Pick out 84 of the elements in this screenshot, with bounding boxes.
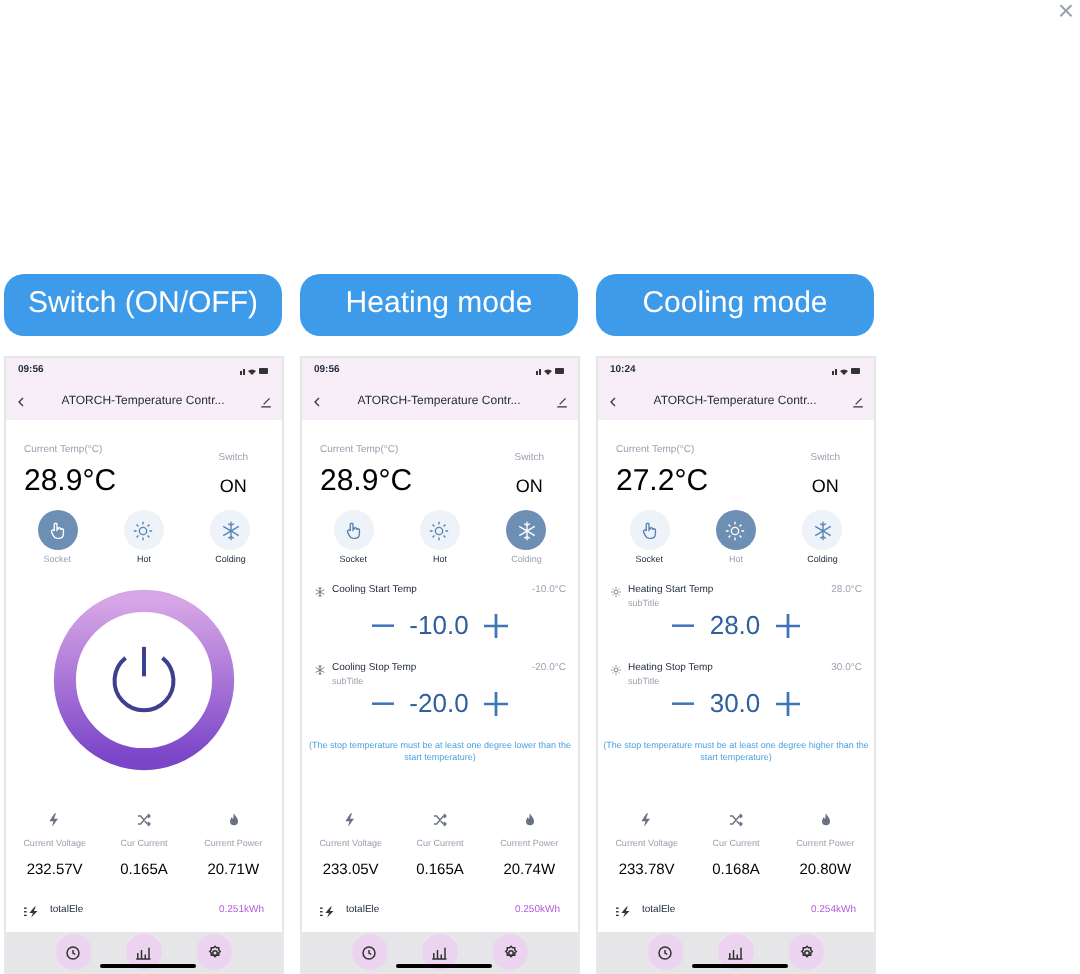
clock-icon (360, 943, 379, 961)
flame-icon (225, 811, 242, 828)
home-indicator (692, 964, 788, 968)
edit-icon[interactable] (556, 396, 568, 408)
mode-button[interactable] (715, 510, 756, 550)
energy-icon (320, 905, 338, 917)
flame-icon (817, 811, 834, 828)
switch-value: ON (811, 473, 839, 499)
lightning-icon (638, 811, 655, 828)
sun-icon (610, 585, 622, 598)
switch-value: ON (515, 473, 543, 499)
mode-button[interactable] (37, 510, 78, 550)
back-icon[interactable] (16, 396, 26, 408)
snowflake-icon (314, 585, 326, 598)
switch-value: ON (219, 473, 247, 499)
clock-icon (656, 943, 675, 961)
sun-icon (428, 519, 451, 541)
status-icons-icon (536, 366, 566, 376)
power-button[interactable] (52, 587, 236, 772)
mode-button[interactable] (333, 510, 374, 550)
mode-button[interactable] (629, 510, 670, 550)
shuffle-icon (727, 811, 744, 828)
close-button[interactable]: × (1057, 0, 1074, 24)
minus-button[interactable] (371, 701, 394, 706)
sun-icon (724, 519, 747, 541)
hand-icon (342, 519, 365, 541)
lightning-icon (46, 811, 63, 828)
nav-tab[interactable] (196, 934, 233, 970)
mode-button[interactable] (802, 510, 843, 550)
hand-icon (638, 519, 661, 541)
settings-icon (797, 943, 816, 961)
nav-tab[interactable] (492, 934, 529, 970)
plus-button[interactable] (484, 613, 509, 638)
minus-button[interactable] (671, 701, 694, 706)
back-icon[interactable] (312, 396, 322, 408)
chart-icon (134, 943, 153, 961)
mode-banner: Switch (ON/OFF) (4, 274, 282, 336)
snowflake-icon (219, 519, 242, 541)
mode-button[interactable] (506, 510, 547, 550)
sun-icon (132, 519, 155, 541)
snowflake-icon (811, 519, 834, 541)
mode-button[interactable] (123, 510, 164, 550)
plus-button[interactable] (484, 691, 509, 716)
sun-icon (610, 663, 622, 676)
back-icon[interactable] (608, 396, 618, 408)
status-icons-icon (832, 366, 862, 376)
plus-button[interactable] (776, 613, 801, 638)
shuffle-icon (431, 811, 448, 828)
plus-button[interactable] (776, 691, 801, 716)
energy-icon (24, 905, 42, 917)
home-indicator (396, 964, 492, 968)
temp-value: 28.9°C (24, 465, 117, 495)
snowflake-icon (314, 663, 326, 676)
edit-icon[interactable] (260, 396, 272, 408)
lightning-icon (342, 811, 359, 828)
nav-tab[interactable] (351, 934, 388, 970)
shuffle-icon (135, 811, 152, 828)
clock-icon (64, 943, 83, 961)
settings-icon (501, 943, 520, 961)
status-icons-icon (240, 366, 270, 376)
mode-banner: Heating mode (300, 274, 578, 336)
temp-value: 28.9°C (320, 465, 413, 495)
chart-icon (726, 943, 745, 961)
chart-icon (430, 943, 449, 961)
home-indicator (100, 964, 196, 968)
minus-button[interactable] (371, 623, 394, 628)
flame-icon (521, 811, 538, 828)
setpoint-value: 28.0 (709, 608, 761, 644)
setpoint-value: -20.0 (409, 686, 469, 722)
minus-button[interactable] (671, 623, 694, 628)
settings-icon (205, 943, 224, 961)
mode-banner: Cooling mode (596, 274, 874, 336)
setpoint-value: -10.0 (409, 608, 469, 644)
temp-value: 27.2°C (616, 465, 709, 495)
setpoint-value: 30.0 (709, 686, 761, 722)
energy-icon (616, 905, 634, 917)
nav-tab[interactable] (647, 934, 684, 970)
edit-icon[interactable] (852, 396, 864, 408)
hand-icon (46, 519, 69, 541)
nav-tab[interactable] (55, 934, 92, 970)
nav-tab[interactable] (788, 934, 825, 970)
mode-button[interactable] (210, 510, 251, 550)
snowflake-icon (515, 519, 538, 541)
mode-button[interactable] (419, 510, 460, 550)
